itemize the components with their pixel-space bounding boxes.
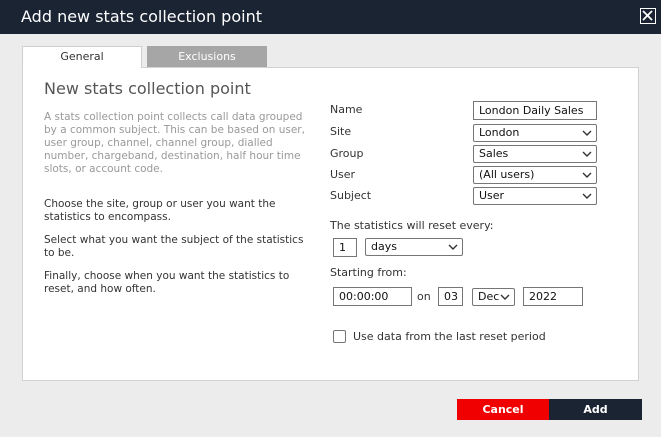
subject-label: Subject: [330, 189, 372, 202]
reset-unit-select[interactable]: days: [365, 238, 463, 256]
user-label: User: [330, 168, 356, 181]
group-label: Group: [330, 147, 364, 160]
close-icon: [642, 10, 653, 21]
reset-count-input[interactable]: 1: [333, 238, 357, 257]
reset-label: The statistics will reset every:: [330, 219, 494, 232]
reset-unit-value: days: [371, 240, 397, 253]
group-select-value: Sales: [479, 147, 509, 160]
on-label: on: [417, 290, 431, 303]
site-label: Site: [330, 125, 352, 138]
name-label: Name: [330, 103, 363, 116]
start-day-input[interactable]: 03: [438, 287, 463, 306]
dialog-titlebar: Add new stats collection point: [0, 0, 661, 34]
chevron-down-icon: [582, 193, 592, 199]
description-subject: Select what you want the subject of the …: [44, 234, 304, 259]
chevron-down-icon: [500, 294, 510, 300]
use-last-period-label: Use data from the last reset period: [353, 330, 546, 343]
description-intro: A stats collection point collects call d…: [44, 111, 305, 175]
description-reset: Finally, choose when you want the statis…: [44, 270, 290, 295]
tab-general[interactable]: General: [22, 46, 142, 68]
user-select-value: (All users): [479, 168, 535, 181]
site-select[interactable]: London: [473, 124, 597, 142]
chevron-down-icon: [448, 244, 458, 250]
add-button[interactable]: Add: [549, 399, 642, 420]
start-month-select[interactable]: Dec: [472, 288, 515, 306]
panel-heading: New stats collection point: [44, 79, 251, 98]
description-scope: Choose the site, group or user you want …: [44, 198, 276, 223]
subject-select-value: User: [479, 189, 505, 202]
start-time-input[interactable]: 00:00:00: [333, 287, 412, 306]
cancel-button[interactable]: Cancel: [457, 399, 549, 420]
tab-exclusions[interactable]: Exclusions: [147, 46, 267, 67]
use-last-period-checkbox[interactable]: [333, 330, 346, 343]
starting-label: Starting from:: [330, 266, 407, 279]
close-button[interactable]: [640, 8, 656, 24]
chevron-down-icon: [582, 151, 592, 157]
chevron-down-icon: [582, 130, 592, 136]
group-select[interactable]: Sales: [473, 145, 597, 163]
user-select[interactable]: (All users): [473, 166, 597, 184]
chevron-down-icon: [582, 172, 592, 178]
name-input[interactable]: London Daily Sales: [473, 101, 597, 120]
subject-select[interactable]: User: [473, 187, 597, 205]
dialog-title: Add new stats collection point: [21, 7, 262, 26]
site-select-value: London: [479, 126, 520, 139]
start-month-value: Dec: [478, 290, 500, 303]
start-year-input[interactable]: 2022: [523, 287, 583, 306]
